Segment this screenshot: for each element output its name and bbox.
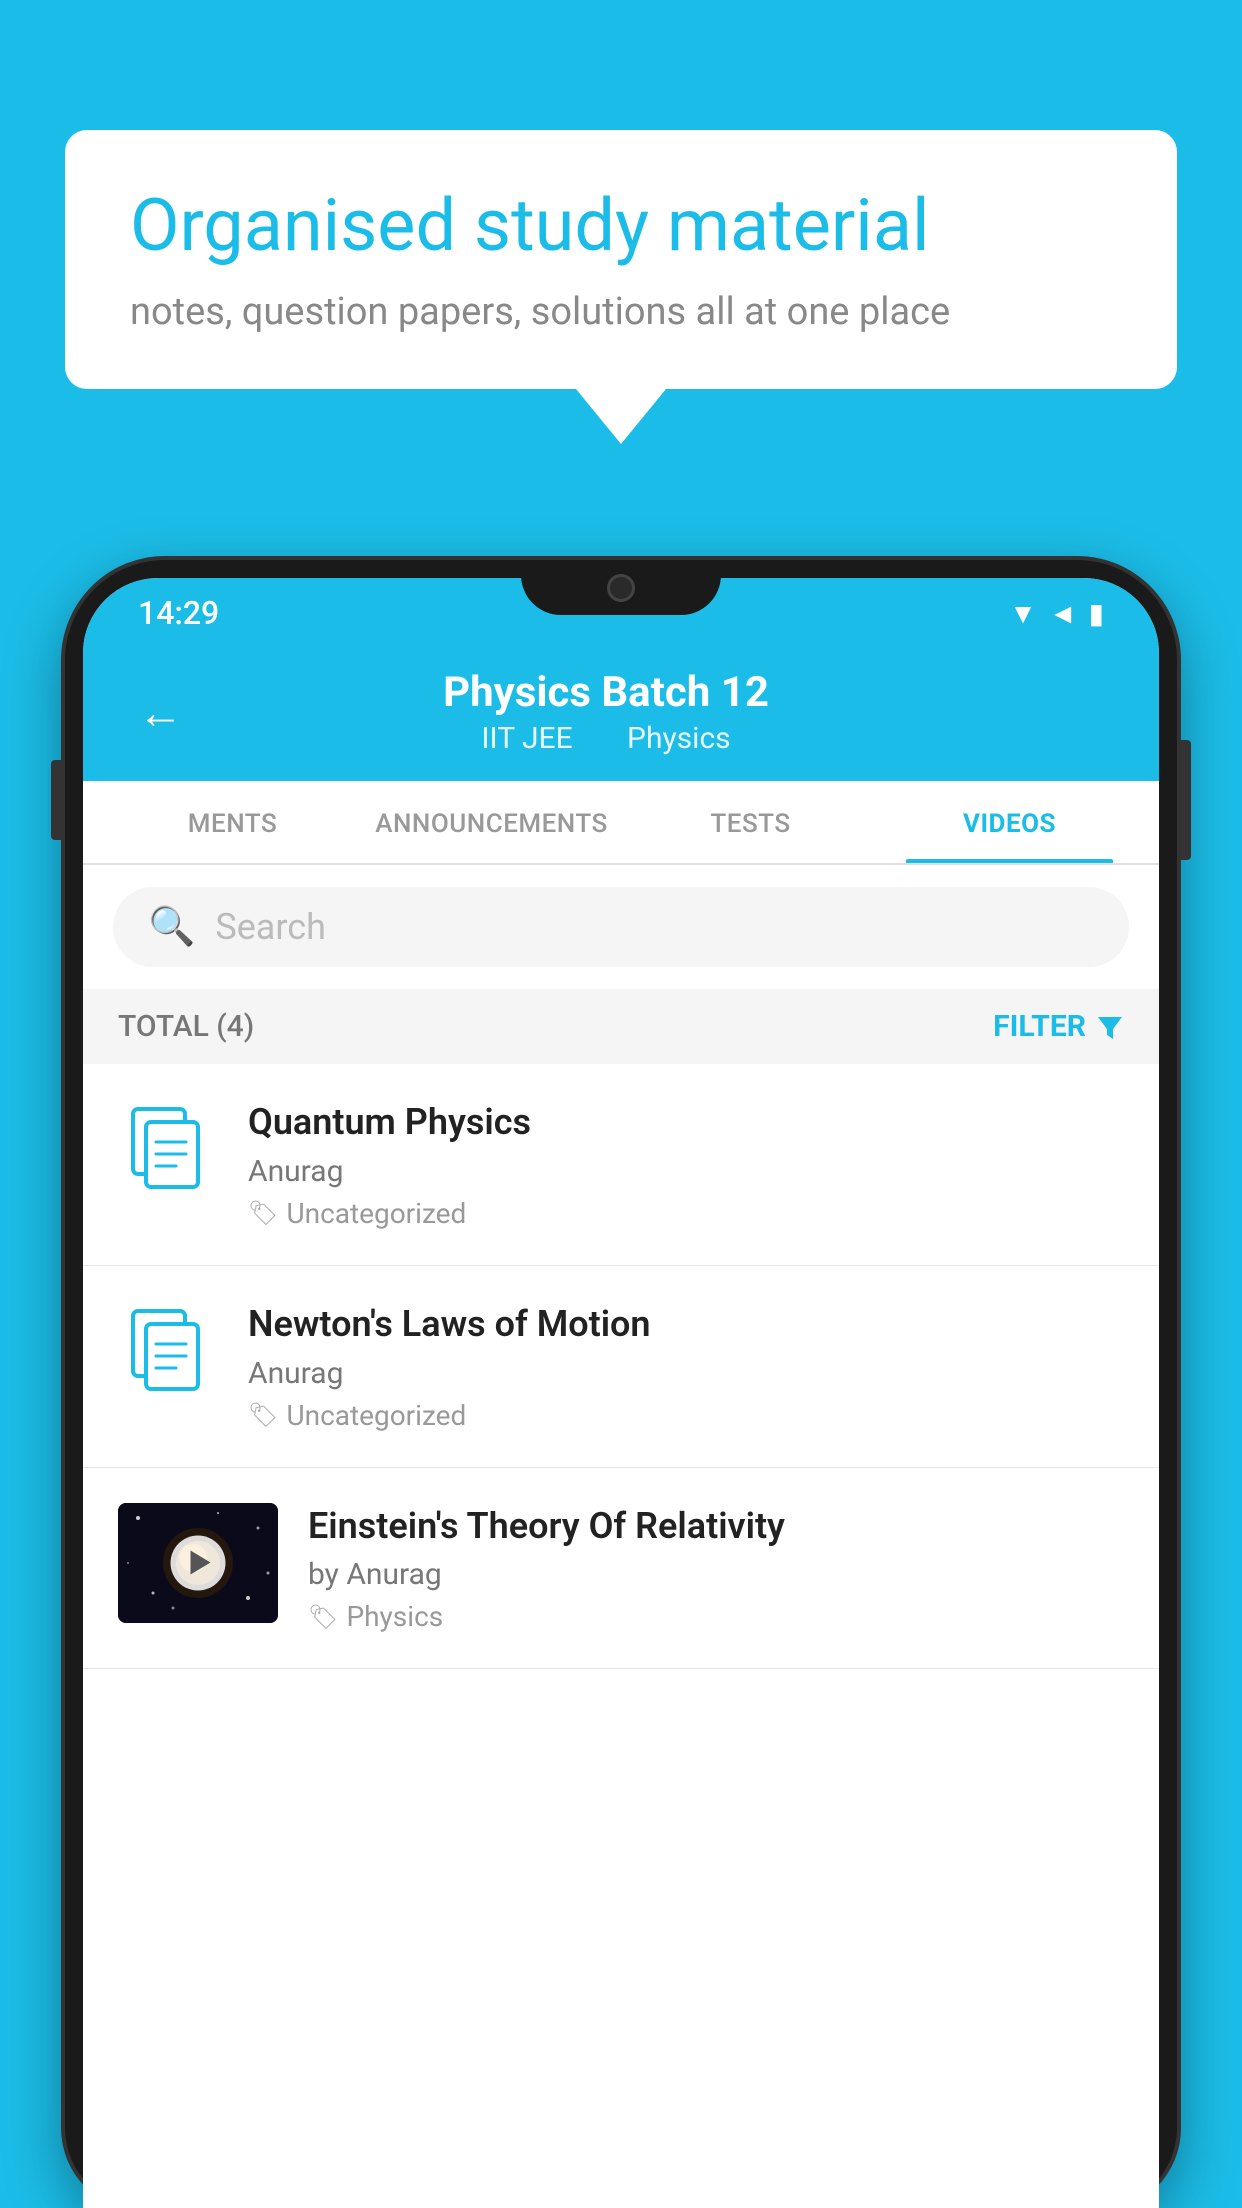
header-subtitle-part1: IIT JEE: [481, 721, 572, 756]
video-list: Quantum Physics Anurag 🏷 Uncategorized: [83, 1064, 1159, 1669]
camera-dot: [607, 574, 635, 602]
tag-label: Physics: [346, 1600, 443, 1633]
file-icon-container: [118, 1301, 218, 1401]
phone-screen: 14:29 ▼ ◄ ▮ ← Physics Batch 12 IIT JEE P…: [83, 578, 1159, 2208]
video-tag: 🏷 Uncategorized: [248, 1197, 1124, 1230]
status-icons: ▼ ◄ ▮: [1009, 597, 1104, 630]
phone-notch: [521, 560, 721, 615]
video-info: Quantum Physics Anurag 🏷 Uncategorized: [248, 1099, 1124, 1230]
tab-ments[interactable]: MENTS: [103, 781, 362, 863]
back-button[interactable]: ←: [138, 686, 183, 739]
play-button-overlay[interactable]: [171, 1535, 226, 1590]
tab-announcements[interactable]: ANNOUNCEMENTS: [362, 781, 621, 863]
video-author: Anurag: [248, 1154, 1124, 1189]
video-thumbnail: [118, 1503, 278, 1623]
tag-icon: 🏷: [308, 1603, 338, 1631]
battery-icon: ▮: [1089, 597, 1104, 630]
file-icon: [128, 1104, 208, 1194]
search-placeholder: Search: [215, 906, 326, 948]
search-bar-container: 🔍 Search: [83, 865, 1159, 989]
video-author: Anurag: [248, 1356, 1124, 1391]
file-icon: [128, 1306, 208, 1396]
tag-icon: 🏷: [248, 1199, 278, 1227]
phone-frame: 14:29 ▼ ◄ ▮ ← Physics Batch 12 IIT JEE P…: [65, 560, 1177, 2208]
video-info: Newton's Laws of Motion Anurag 🏷 Uncateg…: [248, 1301, 1124, 1432]
speech-bubble-container: Organised study material notes, question…: [65, 130, 1177, 444]
tag-icon: 🏷: [248, 1401, 278, 1429]
phone-outer: 14:29 ▼ ◄ ▮ ← Physics Batch 12 IIT JEE P…: [65, 560, 1177, 2208]
tab-bar: MENTS ANNOUNCEMENTS TESTS VIDEOS: [83, 781, 1159, 865]
search-bar[interactable]: 🔍 Search: [113, 887, 1129, 967]
tab-videos[interactable]: VIDEOS: [880, 781, 1139, 863]
header-subtitle: IIT JEE Physics: [213, 721, 999, 756]
header-title-group: Physics Batch 12 IIT JEE Physics: [213, 668, 999, 756]
speech-bubble-subtitle: notes, question papers, solutions all at…: [130, 290, 1112, 334]
video-info: Einstein's Theory Of Relativity by Anura…: [308, 1503, 1124, 1634]
search-icon: 🔍: [148, 905, 195, 949]
header-title: Physics Batch 12: [213, 668, 999, 717]
signal-icon: ◄: [1049, 597, 1077, 630]
video-title: Quantum Physics: [248, 1099, 1124, 1146]
filter-label: FILTER: [993, 1009, 1086, 1044]
filter-button[interactable]: FILTER: [993, 1009, 1124, 1044]
list-item[interactable]: Newton's Laws of Motion Anurag 🏷 Uncateg…: [83, 1266, 1159, 1468]
header-subtitle-part2: Physics: [627, 721, 731, 756]
tag-label: Uncategorized: [286, 1197, 466, 1230]
total-count: TOTAL (4): [118, 1009, 254, 1044]
play-triangle-icon: [190, 1551, 210, 1575]
tab-tests[interactable]: TESTS: [621, 781, 880, 863]
tag-label: Uncategorized: [286, 1399, 466, 1432]
app-header: ← Physics Batch 12 IIT JEE Physics: [83, 648, 1159, 781]
speech-bubble: Organised study material notes, question…: [65, 130, 1177, 389]
video-tag: 🏷 Physics: [308, 1600, 1124, 1633]
author-name: Anurag: [346, 1557, 441, 1592]
wifi-icon: ▼: [1009, 597, 1037, 630]
video-author: by Anurag: [308, 1557, 1124, 1592]
list-item[interactable]: Einstein's Theory Of Relativity by Anura…: [83, 1468, 1159, 1670]
author-prefix: by: [308, 1557, 346, 1592]
status-time: 14:29: [138, 594, 219, 632]
video-title: Einstein's Theory Of Relativity: [308, 1503, 1124, 1550]
header-subtitle-separator: [596, 721, 611, 756]
video-tag: 🏷 Uncategorized: [248, 1399, 1124, 1432]
filter-bar: TOTAL (4) FILTER: [83, 989, 1159, 1064]
video-title: Newton's Laws of Motion: [248, 1301, 1124, 1348]
file-icon-container: [118, 1099, 218, 1199]
speech-bubble-arrow: [576, 389, 666, 444]
speech-bubble-title: Organised study material: [130, 185, 1112, 268]
filter-funnel-icon: [1096, 1013, 1124, 1041]
list-item[interactable]: Quantum Physics Anurag 🏷 Uncategorized: [83, 1064, 1159, 1266]
